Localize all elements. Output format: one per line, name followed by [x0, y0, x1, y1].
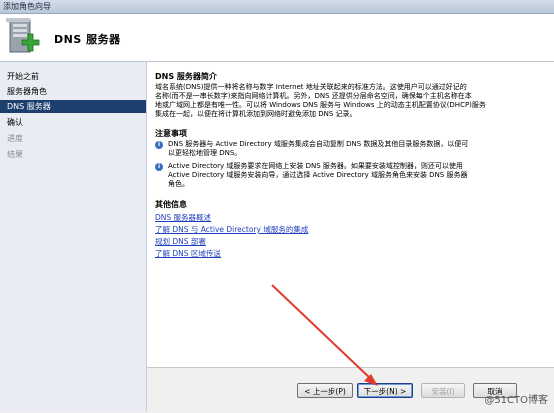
arrow-head: [364, 374, 378, 386]
annotation-arrow: [271, 284, 378, 386]
watermark: @51CTO博客: [484, 395, 548, 406]
arrow-shaft: [271, 284, 373, 381]
